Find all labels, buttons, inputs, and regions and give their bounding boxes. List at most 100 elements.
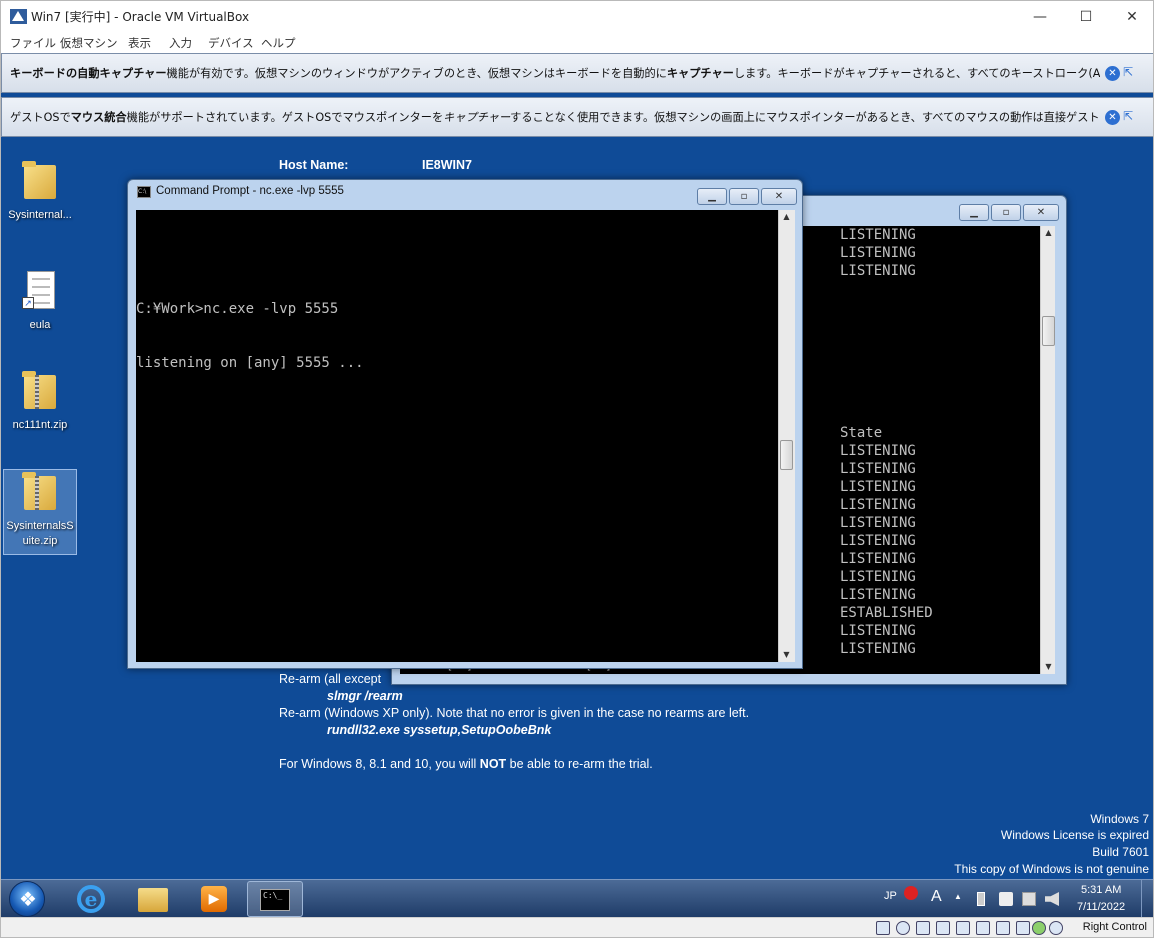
close-notification-icon[interactable]: ✕ bbox=[1105, 110, 1120, 125]
netstat-line bbox=[840, 298, 933, 316]
shortcut-arrow-icon: ↗ bbox=[22, 297, 34, 309]
netstat-line: LISTENING bbox=[840, 587, 916, 603]
netstat-line: LISTENING bbox=[840, 569, 916, 585]
netstat-line: LISTENING bbox=[840, 263, 916, 279]
netstat-line bbox=[840, 352, 933, 370]
scroll-down-arrow-icon[interactable]: ▼ bbox=[779, 648, 794, 662]
mouse-integration-icon[interactable] bbox=[1049, 921, 1063, 935]
maximize-button[interactable]: ☐ bbox=[1063, 1, 1109, 33]
folder-icon bbox=[22, 161, 56, 199]
rearm-xp-text: Re-arm (Windows XP only). Note that no e… bbox=[279, 706, 750, 720]
ime-icon[interactable] bbox=[904, 886, 918, 900]
scroll-thumb[interactable] bbox=[780, 440, 793, 470]
cpu-activity-icon[interactable] bbox=[1032, 921, 1046, 935]
action-center-icon[interactable] bbox=[999, 892, 1013, 906]
cmd-maximize-button[interactable]: ▫ bbox=[729, 188, 759, 205]
video-capture-icon[interactable] bbox=[1016, 921, 1030, 935]
menu-devices[interactable]: デバイス bbox=[208, 35, 254, 51]
audio-icon[interactable] bbox=[916, 921, 930, 935]
netstat-line: LISTENING bbox=[840, 533, 916, 549]
start-button[interactable] bbox=[9, 881, 45, 917]
netstat-line: State bbox=[840, 425, 883, 441]
cmd-close-button[interactable]: ✕ bbox=[761, 188, 797, 205]
win8-note: For Windows 8, 8.1 and 10, you will NOT … bbox=[279, 757, 653, 771]
back-console-scrollbar[interactable]: ▲ ▼ bbox=[1040, 226, 1055, 674]
back-maximize-button[interactable]: ▫ bbox=[991, 204, 1021, 221]
mouse-integration-notification: ゲストOSでマウス統合機能がサポートされています。ゲストOSでマウスポインターを… bbox=[1, 97, 1153, 137]
netstat-line: LISTENING bbox=[840, 641, 916, 657]
back-close-button[interactable]: ✕ bbox=[1023, 204, 1059, 221]
language-indicator[interactable]: JP bbox=[884, 890, 897, 902]
netstat-line: LISTENING bbox=[840, 515, 916, 531]
netstat-line: ESTABLISHED bbox=[840, 605, 933, 621]
network-adapter-icon[interactable] bbox=[936, 921, 950, 935]
cmd-console-scrollbar[interactable]: ▲ ▼ bbox=[778, 210, 795, 662]
usb-icon[interactable] bbox=[956, 921, 970, 935]
netstat-line bbox=[840, 406, 933, 424]
menu-view[interactable]: 表示 bbox=[128, 35, 151, 51]
desktop-icon-nc111nt-zip[interactable]: nc111nt.zip bbox=[1, 369, 79, 433]
hard-disk-icon[interactable] bbox=[876, 921, 890, 935]
keyboard-capture-notification: キーボードの自動キャプチャー機能が有効です。仮想マシンのウィンドウがアクティブの… bbox=[1, 53, 1153, 93]
internet-explorer-icon: e bbox=[77, 885, 105, 913]
taskbar-command-prompt[interactable]: C:\_ bbox=[247, 881, 303, 917]
windows-watermark-2: Windows License is expired bbox=[1000, 828, 1149, 842]
host-key-indicator[interactable]: Right Control bbox=[1083, 921, 1147, 933]
virtualbox-app-icon bbox=[10, 9, 27, 24]
power-icon[interactable] bbox=[977, 892, 985, 906]
clock-date[interactable]: 7/11/2022 bbox=[1077, 901, 1125, 913]
netstat-line: LISTENING bbox=[840, 227, 916, 243]
mouse-integration-text: ゲストOSでマウス統合機能がサポートされています。ゲストOSでマウスポインターを… bbox=[10, 111, 1100, 124]
desktop-icon-sysinternalssuite-zip[interactable]: SysinternalsSuite.zip bbox=[3, 469, 77, 555]
menu-help[interactable]: ヘルプ bbox=[261, 35, 296, 51]
shared-folders-icon[interactable] bbox=[976, 921, 990, 935]
network-icon[interactable] bbox=[1022, 892, 1036, 906]
menu-machine[interactable]: 仮想マシン bbox=[60, 35, 118, 51]
rearm-xp-command: rundll32.exe syssetup,SetupOobeBnk bbox=[327, 723, 552, 737]
close-button[interactable]: ✕ bbox=[1109, 1, 1153, 33]
host-statusbar: Right Control bbox=[1, 917, 1153, 937]
netstat-line: LISTENING bbox=[840, 497, 916, 513]
netstat-line: LISTENING bbox=[840, 479, 916, 495]
desktop-icon-eula[interactable]: ↗ eula bbox=[1, 269, 79, 333]
desktop-icon-sysinternals-folder[interactable]: Sysinternal... bbox=[1, 159, 79, 223]
back-minimize-button[interactable]: ▁ bbox=[959, 204, 989, 221]
netstat-line bbox=[840, 334, 933, 352]
virtualbox-window: Win7 [実行中] - Oracle VM VirtualBox — ☐ ✕ … bbox=[0, 0, 1154, 938]
host-name-label: Host Name: bbox=[279, 158, 349, 172]
show-desktop-button[interactable] bbox=[1141, 880, 1153, 918]
netstat-line: LISTENING bbox=[840, 461, 916, 477]
scroll-up-arrow-icon[interactable]: ▲ bbox=[1041, 226, 1056, 240]
windows-explorer-icon bbox=[138, 888, 168, 912]
minimize-button[interactable]: — bbox=[1017, 1, 1063, 33]
dont-show-again-icon[interactable]: ⇱ bbox=[1123, 65, 1140, 82]
console-line: listening on [any] 5555 ... bbox=[136, 355, 364, 371]
netstat-line: LISTENING bbox=[840, 245, 916, 261]
optical-drive-icon[interactable] bbox=[896, 921, 910, 935]
volume-icon[interactable] bbox=[1045, 892, 1059, 906]
command-prompt-window[interactable]: C:\ Command Prompt - nc.exe -lvp 5555 ▁ … bbox=[127, 179, 803, 669]
netstat-line bbox=[840, 370, 933, 388]
ime-mode-icon[interactable]: A bbox=[931, 888, 942, 906]
menu-input[interactable]: 入力 bbox=[169, 35, 192, 51]
cmd-minimize-button[interactable]: ▁ bbox=[697, 188, 727, 205]
taskbar-media-player[interactable]: ▶ bbox=[187, 881, 243, 917]
guest-screen[interactable]: Host Name: IE8WIN7 Re-arm (all except sl… bbox=[1, 53, 1153, 879]
taskbar-explorer[interactable] bbox=[125, 881, 181, 917]
media-player-icon: ▶ bbox=[201, 886, 227, 912]
scroll-up-arrow-icon[interactable]: ▲ bbox=[779, 210, 794, 224]
display-icon[interactable] bbox=[996, 921, 1010, 935]
close-notification-icon[interactable]: ✕ bbox=[1105, 66, 1120, 81]
cmd-console-output[interactable]: C:¥Work>nc.exe -lvp 5555 listening on [a… bbox=[136, 210, 778, 662]
show-hidden-icons-icon[interactable]: ▲ bbox=[954, 892, 962, 901]
keyboard-capture-text: キーボードの自動キャプチャー機能が有効です。仮想マシンのウィンドウがアクティブの… bbox=[10, 67, 1100, 80]
scroll-down-arrow-icon[interactable]: ▼ bbox=[1041, 660, 1056, 674]
scroll-thumb[interactable] bbox=[1042, 316, 1055, 346]
host-menubar: ファイル 仮想マシン 表示 入力 デバイス ヘルプ bbox=[1, 33, 1153, 53]
taskbar-internet-explorer[interactable]: e bbox=[63, 881, 119, 917]
dont-show-again-icon[interactable]: ⇱ bbox=[1123, 109, 1140, 126]
menu-file[interactable]: ファイル bbox=[10, 35, 56, 51]
host-titlebar: Win7 [実行中] - Oracle VM VirtualBox — ☐ ✕ bbox=[1, 1, 1153, 33]
clock-time[interactable]: 5:31 AM bbox=[1081, 884, 1121, 896]
netstat-line bbox=[840, 316, 933, 334]
